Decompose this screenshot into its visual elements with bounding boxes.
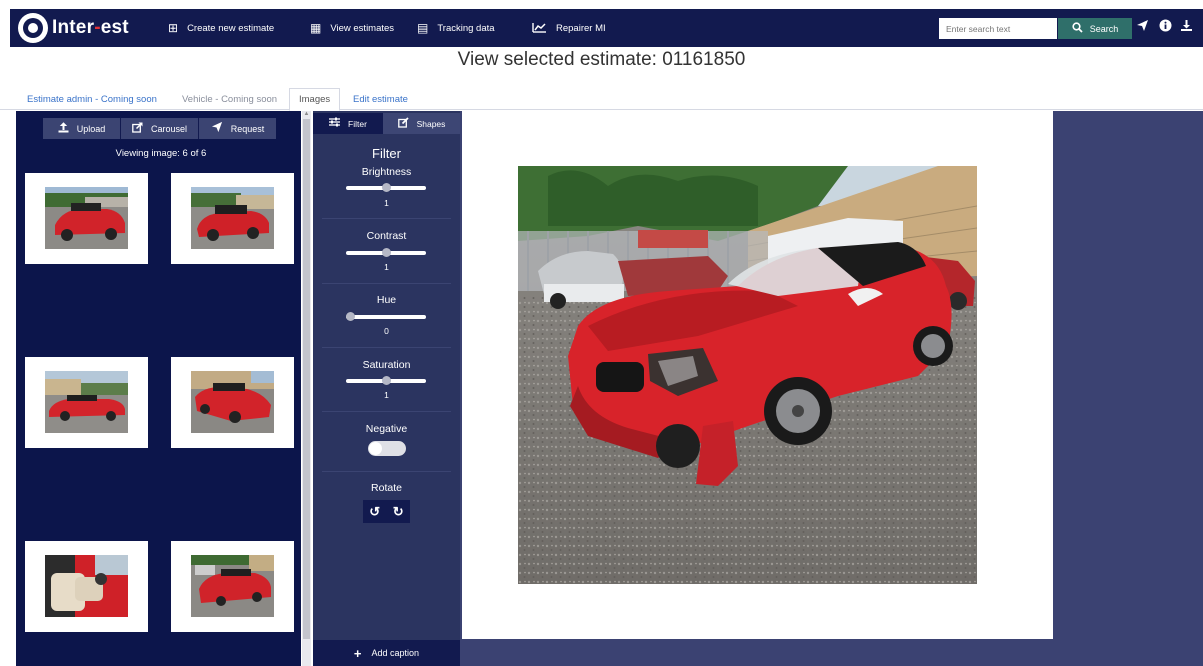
filter-heading: Filter [372, 146, 401, 161]
slider-knob[interactable] [382, 376, 391, 385]
gallery-toolbar: Upload Carousel Request [43, 118, 276, 139]
chart-line-icon [532, 22, 547, 35]
image-thumbnail[interactable] [25, 541, 148, 632]
gallery-scrollbar[interactable]: ▲ [302, 111, 311, 666]
contrast-slider[interactable] [346, 248, 426, 257]
image-editor-panel [313, 111, 460, 666]
brightness-label: Brightness [361, 166, 412, 178]
send-icon[interactable] [1134, 19, 1150, 35]
tab-filter-label: Filter [348, 118, 367, 129]
tab-images[interactable]: Images [289, 88, 341, 111]
toggle-knob [369, 442, 382, 455]
plus-square-icon: ⊞ [168, 21, 179, 35]
car-photo-image [518, 166, 977, 584]
app-logo[interactable]: Inter-est [18, 12, 129, 44]
contrast-label: Contrast [366, 230, 407, 242]
edit-icon [397, 116, 409, 131]
selected-car-photo[interactable] [518, 166, 977, 584]
tab-filter[interactable]: Filter [313, 113, 383, 134]
slider-knob[interactable] [346, 312, 355, 321]
image-thumbnail[interactable] [25, 357, 148, 448]
send-icon [211, 121, 223, 136]
top-navbar: Inter-est ⊞ Create new estimate ▦ View e… [10, 9, 1203, 47]
negative-label: Negative [365, 423, 408, 435]
calendar-icon: ▤ [417, 21, 429, 35]
table-icon: ▦ [310, 21, 322, 35]
saturation-slider[interactable] [346, 376, 426, 385]
upload-icon [58, 121, 69, 136]
nav-tracking-data[interactable]: ▤ Tracking data [417, 9, 495, 47]
hue-label: Hue [376, 294, 397, 306]
editor-tabs: Filter Shapes [313, 113, 460, 134]
nav-create-estimate-label: Create new estimate [187, 22, 275, 34]
divider [322, 411, 451, 412]
divider [322, 283, 451, 284]
sliders-icon [329, 117, 341, 130]
rotate-right-icon[interactable]: ↻ [393, 504, 404, 520]
saturation-value: 1 [384, 390, 389, 400]
nav-view-estimates-label: View estimates [330, 22, 395, 34]
saturation-label: Saturation [362, 359, 411, 371]
download-icon[interactable] [1178, 19, 1194, 35]
add-caption-label: Add caption [371, 648, 420, 658]
page-title: View selected estimate: 01161850 [457, 49, 746, 70]
image-thumbnail[interactable] [171, 357, 294, 448]
request-button[interactable]: Request [199, 118, 276, 139]
nav-tracking-data-label: Tracking data [437, 22, 495, 34]
negative-toggle[interactable] [368, 441, 406, 456]
divider [322, 218, 451, 219]
hue-slider[interactable] [346, 312, 426, 321]
request-label: Request [230, 123, 265, 134]
scrollbar-thumb[interactable] [303, 119, 310, 639]
add-caption-button[interactable]: + Add caption [313, 640, 460, 666]
car-photo-thumbnail [191, 555, 274, 617]
rotate-left-icon[interactable]: ↺ [369, 504, 380, 520]
search-button-label: Search [1089, 23, 1119, 34]
hue-value: 0 [384, 326, 389, 336]
car-photo-thumbnail [45, 187, 128, 249]
divider [322, 347, 451, 348]
scroll-up-icon[interactable]: ▲ [302, 111, 311, 117]
car-photo-thumbnail [45, 555, 128, 617]
divider [322, 471, 451, 472]
viewing-image-text: Viewing image: 6 of 6 [115, 148, 207, 159]
rotate-label: Rotate [371, 482, 402, 494]
rotate-controls: ↺ ↻ [363, 500, 410, 523]
plus-icon: + [353, 645, 362, 661]
car-photo-thumbnail [191, 187, 274, 249]
estimate-tabs: Estimate admin - Coming soon Vehicle - C… [0, 88, 1203, 111]
nav-repairer-mi[interactable]: Repairer MI [532, 9, 606, 47]
nav-repairer-mi-label: Repairer MI [556, 22, 606, 34]
tab-estimate-admin[interactable]: Estimate admin - Coming soon [18, 88, 166, 110]
search-icon [1072, 21, 1083, 36]
search-button[interactable]: Search [1058, 18, 1132, 39]
image-thumbnail[interactable] [25, 173, 148, 264]
car-photo-thumbnail [191, 371, 274, 433]
tab-shapes-label: Shapes [416, 118, 446, 129]
image-thumbnail[interactable] [171, 541, 294, 632]
contrast-value: 1 [384, 262, 389, 272]
brightness-value: 1 [384, 198, 389, 208]
info-icon[interactable] [1157, 19, 1173, 35]
car-photo-thumbnail [45, 371, 128, 433]
carousel-button[interactable]: Carousel [121, 118, 198, 139]
external-link-icon [132, 121, 143, 136]
brightness-slider[interactable] [346, 183, 426, 192]
nav-view-estimates[interactable]: ▦ View estimates [310, 9, 394, 47]
upload-label: Upload [76, 123, 106, 134]
tab-vehicle[interactable]: Vehicle - Coming soon [173, 88, 286, 110]
nav-create-estimate[interactable]: ⊞ Create new estimate [168, 9, 274, 47]
upload-button[interactable]: Upload [43, 118, 120, 139]
slider-knob[interactable] [382, 183, 391, 192]
tab-edit-estimate[interactable]: Edit estimate [344, 88, 417, 110]
carousel-label: Carousel [150, 123, 188, 134]
slider-knob[interactable] [382, 248, 391, 257]
tab-shapes[interactable]: Shapes [383, 113, 460, 134]
image-thumbnail[interactable] [171, 173, 294, 264]
logo-mark-icon [18, 13, 48, 43]
logo-text: Inter-est [52, 17, 129, 38]
search-input[interactable] [939, 18, 1057, 39]
